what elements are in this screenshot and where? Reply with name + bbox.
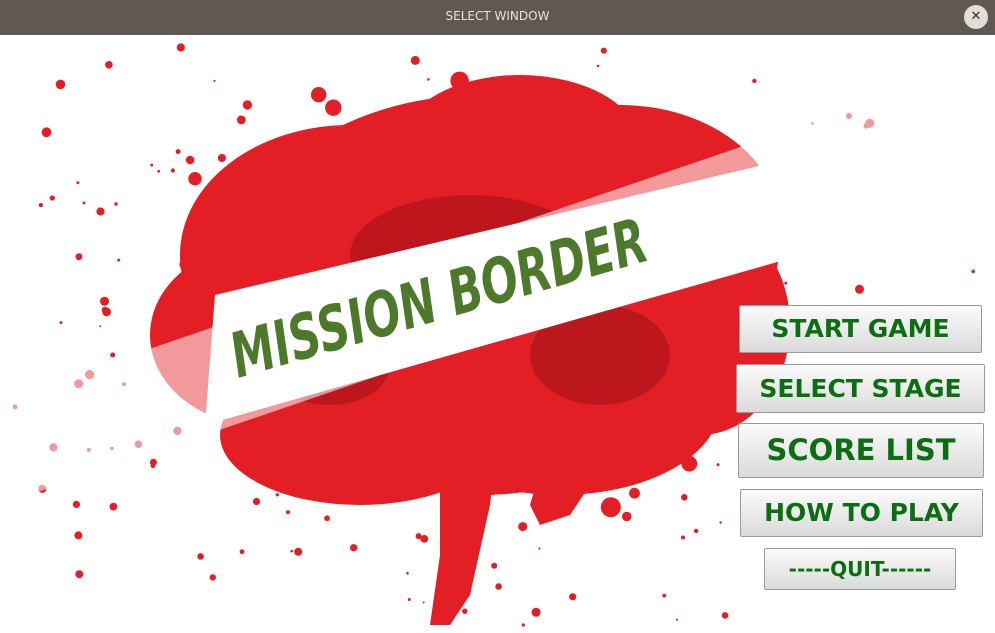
window-titlebar: SELECT WINDOW ✕ [0,0,995,35]
how-to-play-button[interactable]: HOW TO PLAY [740,489,983,537]
close-icon[interactable]: ✕ [964,5,988,29]
window-title: SELECT WINDOW [445,9,550,23]
start-game-button[interactable]: START GAME [739,305,982,353]
select-stage-button[interactable]: SELECT STAGE [736,364,985,413]
game-stage: MISSION BORDER START GAME SELECT STAGE S… [0,35,995,633]
score-list-button[interactable]: SCORE LIST [738,423,984,478]
quit-button[interactable]: -----QUIT------ [764,548,956,590]
